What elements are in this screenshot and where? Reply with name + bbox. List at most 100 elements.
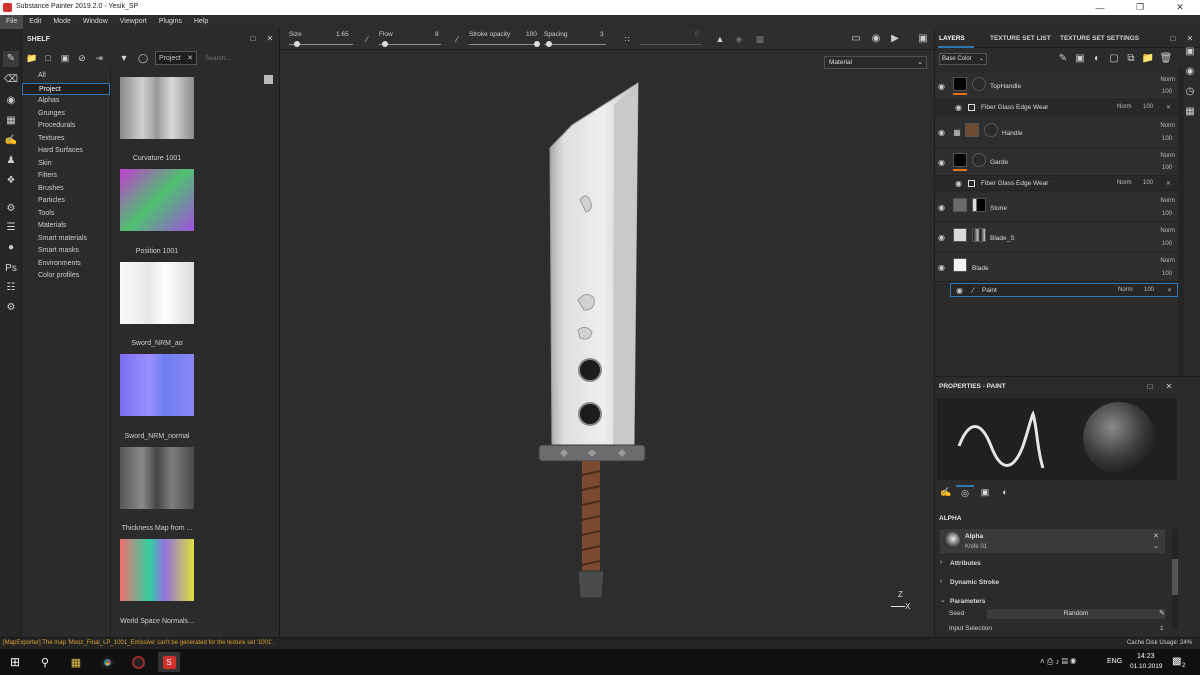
file-explorer-icon[interactable]: ▦ — [65, 652, 87, 672]
layer-blend-mode[interactable]: Norm — [1160, 153, 1175, 159]
render-icon[interactable]: ● — [3, 240, 19, 256]
category-alphas[interactable]: Alphas — [22, 95, 110, 108]
add-folder-icon[interactable]: 📁 — [1142, 53, 1154, 65]
properties-scroll-thumb[interactable] — [1172, 559, 1178, 595]
seed-random-button[interactable]: Random — [987, 609, 1165, 619]
layer-blend-mode[interactable]: Norm — [1160, 198, 1175, 204]
clone-tool-icon[interactable]: ♟ — [3, 153, 19, 169]
clock-date[interactable]: 01.10.2019 — [1130, 663, 1163, 670]
bake-icon[interactable]: ⚙ — [3, 201, 19, 217]
thumbnail-curvature[interactable] — [120, 77, 194, 139]
eraser-tool-icon[interactable]: ⌫ — [3, 72, 19, 88]
menu-help[interactable]: Help — [188, 15, 214, 29]
menu-window[interactable]: Window — [77, 15, 114, 29]
brush-tab-icon[interactable]: ✍ — [937, 485, 955, 499]
add-fill-layer-icon[interactable]: ◐ — [1091, 53, 1103, 65]
stroke-opacity-slider-handle[interactable] — [534, 41, 540, 47]
thumbnail-position[interactable] — [120, 169, 194, 231]
flow-slider-handle[interactable] — [382, 41, 388, 47]
effect-opacity[interactable]: 100 — [1144, 287, 1154, 293]
effect-row[interactable]: ◉ Fiber Glass Edge Wear Norm 100 ✕ — [935, 177, 1178, 191]
menu-viewport[interactable]: Viewport — [114, 15, 153, 29]
category-textures[interactable]: Textures — [22, 133, 110, 146]
layer-blend-mode[interactable]: Norm — [1160, 258, 1175, 264]
material-tab-icon[interactable]: ◐ — [996, 485, 1014, 499]
thumbnail-normal[interactable] — [120, 354, 194, 416]
log-icon[interactable]: ☷ — [3, 280, 19, 296]
category-environments[interactable]: Environments — [22, 258, 110, 271]
eye-icon[interactable]: ◉ — [938, 82, 945, 91]
parameters-section[interactable]: Parameters — [950, 598, 985, 605]
attributes-section[interactable]: Attributes — [950, 560, 981, 567]
layer-opacity[interactable]: 100 — [1162, 165, 1172, 171]
python-icon[interactable]: Ps — [3, 261, 19, 277]
layer-opacity[interactable]: 100 — [1162, 136, 1172, 142]
add-layer-icon[interactable]: ▢ — [1108, 53, 1120, 65]
symmetry-icon[interactable]: ▲ — [714, 34, 726, 45]
properties-scrollbar[interactable] — [1172, 529, 1178, 629]
paint-brush-tool-icon[interactable]: ✎ — [3, 51, 19, 67]
viewer-settings-icon[interactable]: ▦ — [1183, 106, 1197, 118]
eye-icon[interactable]: ◉ — [938, 158, 945, 167]
category-procedurals[interactable]: Procedurals — [22, 120, 110, 133]
layer-opacity[interactable]: 100 — [1162, 89, 1172, 95]
clear-alpha-icon[interactable]: ✕ — [1153, 532, 1159, 540]
input-selection-value[interactable]: 1 — [1160, 625, 1164, 632]
filter-icon[interactable]: ▼ — [118, 52, 130, 64]
layer-row[interactable]: ◉ Blade Norm 100 — [935, 253, 1178, 282]
layer-row[interactable]: ◉ TopHandle Norm 100 — [935, 73, 1178, 100]
close-panel-icon[interactable]: ✕ — [1185, 34, 1195, 44]
search-refresh-icon[interactable]: ◯ — [137, 52, 149, 64]
thumbnail-thickness[interactable] — [120, 447, 194, 509]
close-window-button[interactable]: ✕ — [1160, 0, 1200, 15]
search-icon[interactable]: ⚲ — [34, 652, 56, 672]
import-icon[interactable]: ⇥ — [93, 52, 105, 64]
folder-icon[interactable]: 📁 — [26, 52, 38, 64]
chevron-down-icon[interactable]: ⌄ — [940, 596, 946, 604]
effect-opacity[interactable]: 100 — [1143, 104, 1153, 110]
category-brushes[interactable]: Brushes — [22, 183, 110, 196]
layer-opacity[interactable]: 100 — [1162, 211, 1172, 217]
category-project[interactable]: Project — [22, 82, 110, 95]
shader-settings-icon[interactable]: ◉ — [1183, 66, 1197, 78]
layer-row[interactable]: ◉ Blade_S Norm 100 — [935, 223, 1178, 252]
substance-painter-taskbar-icon[interactable]: S — [158, 652, 180, 672]
category-color-profiles[interactable]: Color profiles — [22, 270, 110, 283]
menu-plugins[interactable]: Plugins — [153, 15, 188, 29]
screenshot-icon[interactable]: ▣ — [916, 33, 930, 45]
undock-icon[interactable]: □ — [248, 34, 258, 44]
alpha-tab-icon[interactable]: ◎ — [956, 485, 974, 499]
history-icon[interactable]: ◷ — [1183, 86, 1197, 98]
add-mask-icon[interactable]: ▣ — [1074, 53, 1086, 65]
remove-filter-icon[interactable]: ✕ — [187, 54, 193, 62]
effect-opacity[interactable]: 100 — [1143, 180, 1153, 186]
windows-start-icon[interactable]: ⊞ — [4, 652, 26, 672]
tab-texture-set-settings[interactable]: TEXTURE SET SETTINGS — [1060, 35, 1139, 42]
jitter-slider[interactable] — [640, 44, 702, 45]
material-mode-dropdown[interactable]: Material ⌄ — [824, 56, 927, 69]
category-smart-materials[interactable]: Smart materials — [22, 233, 110, 246]
eye-icon[interactable]: ◉ — [938, 203, 945, 212]
dynamic-stroke-section[interactable]: Dynamic Stroke — [950, 579, 999, 586]
layer-row[interactable]: ◉ Garde Norm 100 — [935, 149, 1178, 176]
save-icon[interactable]: ▣ — [59, 52, 71, 64]
channel-dropdown[interactable]: Base Color ⌄ — [939, 53, 987, 65]
layers-icon[interactable]: ☰ — [3, 220, 19, 236]
effect-blend-mode[interactable]: Norm — [1117, 104, 1132, 110]
maximize-button[interactable]: ❐ — [1120, 0, 1160, 15]
tab-texture-set-list[interactable]: TEXTURE SET LIST — [990, 35, 1051, 42]
camera-mode-icon[interactable]: ▭ — [849, 33, 863, 45]
eye-icon[interactable]: ◉ — [955, 179, 962, 188]
size-slider-handle[interactable] — [294, 41, 300, 47]
notifications-icon[interactable]: ▩ — [1172, 656, 1181, 667]
effect-row-selected[interactable]: ◉ ∕ Paint Norm 100 ✕ — [950, 283, 1178, 297]
eye-icon[interactable]: ◉ — [938, 233, 945, 242]
thumbnail-world-normals[interactable] — [120, 539, 194, 601]
remove-effect-icon[interactable]: ✕ — [1166, 180, 1171, 187]
eye-icon[interactable]: ◉ — [955, 103, 962, 112]
color-picker-tool-icon[interactable]: ❖ — [3, 173, 19, 189]
minimize-button[interactable]: — — [1080, 0, 1120, 15]
project-filter-tag[interactable]: Project ✕ — [155, 51, 197, 65]
undock-icon[interactable]: □ — [1145, 382, 1155, 392]
flow-slider[interactable] — [379, 44, 441, 45]
